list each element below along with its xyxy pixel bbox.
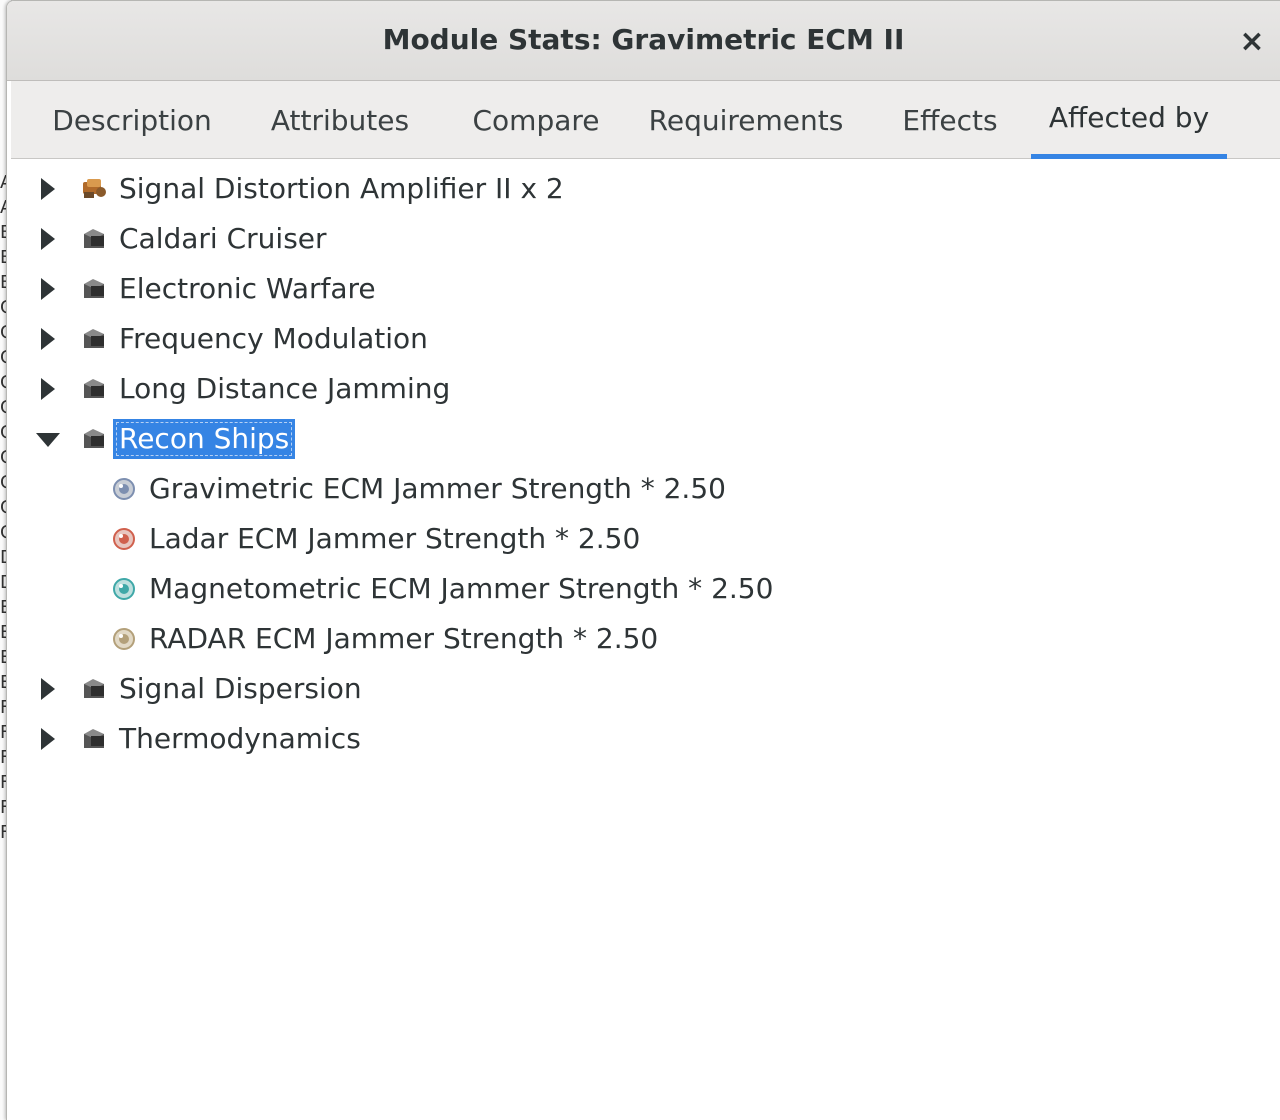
tab-requirements[interactable]: Requirements — [637, 81, 855, 159]
tree-row[interactable]: Long Distance Jamming — [11, 364, 1280, 414]
expand-arrow-icon[interactable] — [33, 675, 61, 703]
tab-bar: Description Attributes Compare Requireme… — [11, 81, 1280, 159]
tree-item-label: Long Distance Jamming — [119, 372, 451, 405]
tree-child-row[interactable]: Ladar ECM Jammer Strength * 2.50 — [11, 514, 1280, 564]
tree-child-label: Ladar ECM Jammer Strength * 2.50 — [149, 522, 641, 555]
tree-child-row[interactable]: RADAR ECM Jammer Strength * 2.50 — [11, 614, 1280, 664]
tree-row[interactable]: Thermodynamics — [11, 714, 1280, 764]
tree-child-label: Magnetometric ECM Jammer Strength * 2.50 — [149, 572, 774, 605]
skill-book-icon — [84, 729, 104, 748]
tab-description[interactable]: Description — [39, 81, 225, 159]
radar-sensor-icon — [113, 628, 135, 650]
tree-item-label: Electronic Warfare — [119, 272, 376, 305]
skill-book-icon — [84, 279, 104, 298]
skill-book-icon — [84, 329, 104, 348]
magnetometric-sensor-icon — [113, 578, 135, 600]
tree-row[interactable]: Electronic Warfare — [11, 264, 1280, 314]
tree-child-row[interactable]: Magnetometric ECM Jammer Strength * 2.50 — [11, 564, 1280, 614]
title-bar[interactable]: Module Stats: Gravimetric ECM II × — [7, 1, 1280, 81]
skill-book-icon — [84, 429, 104, 448]
tree-item-label: Frequency Modulation — [119, 322, 428, 355]
tree-item-label: Signal Distortion Amplifier II x 2 — [119, 172, 564, 205]
tree-row[interactable]: Frequency Modulation — [11, 314, 1280, 364]
expand-arrow-icon[interactable] — [33, 275, 61, 303]
ladar-sensor-icon — [113, 528, 135, 550]
tree-child-row[interactable]: Gravimetric ECM Jammer Strength * 2.50 — [11, 464, 1280, 514]
expand-arrow-icon[interactable] — [33, 225, 61, 253]
tree-child-label: RADAR ECM Jammer Strength * 2.50 — [149, 622, 659, 655]
module-icon — [83, 179, 106, 198]
expand-arrow-icon[interactable] — [33, 375, 61, 403]
skill-book-icon — [84, 679, 104, 698]
gravimetric-sensor-icon — [113, 478, 135, 500]
tree-item-label: Signal Dispersion — [119, 672, 362, 705]
module-stats-dialog: Module Stats: Gravimetric ECM II × Descr… — [6, 0, 1280, 1120]
tree-row-selected[interactable]: Recon Ships — [11, 414, 1280, 464]
collapse-arrow-icon[interactable] — [33, 425, 61, 453]
tree-child-label: Gravimetric ECM Jammer Strength * 2.50 — [149, 472, 726, 505]
tree-row[interactable]: Signal Distortion Amplifier II x 2 — [11, 164, 1280, 214]
tab-affected-by[interactable]: Affected by — [1031, 81, 1227, 159]
tree-row[interactable]: Caldari Cruiser — [11, 214, 1280, 264]
tree-item-label: Thermodynamics — [119, 722, 361, 755]
window-title: Module Stats: Gravimetric ECM II — [382, 23, 905, 56]
affected-by-tree[interactable]: Signal Distortion Amplifier II x 2 Calda… — [11, 161, 1280, 1120]
tree-item-label: Caldari Cruiser — [119, 222, 327, 255]
tab-effects[interactable]: Effects — [885, 81, 1015, 159]
skill-book-icon — [84, 229, 104, 248]
tab-compare[interactable]: Compare — [451, 81, 621, 159]
expand-arrow-icon[interactable] — [33, 175, 61, 203]
expand-arrow-icon[interactable] — [33, 725, 61, 753]
tree-row[interactable]: Signal Dispersion — [11, 664, 1280, 714]
close-icon: × — [1239, 23, 1265, 59]
expand-arrow-icon[interactable] — [33, 325, 61, 353]
close-button[interactable]: × — [1232, 21, 1272, 61]
skill-book-icon — [84, 379, 104, 398]
tree-item-label: Recon Ships — [113, 419, 296, 459]
tab-attributes[interactable]: Attributes — [255, 81, 425, 159]
